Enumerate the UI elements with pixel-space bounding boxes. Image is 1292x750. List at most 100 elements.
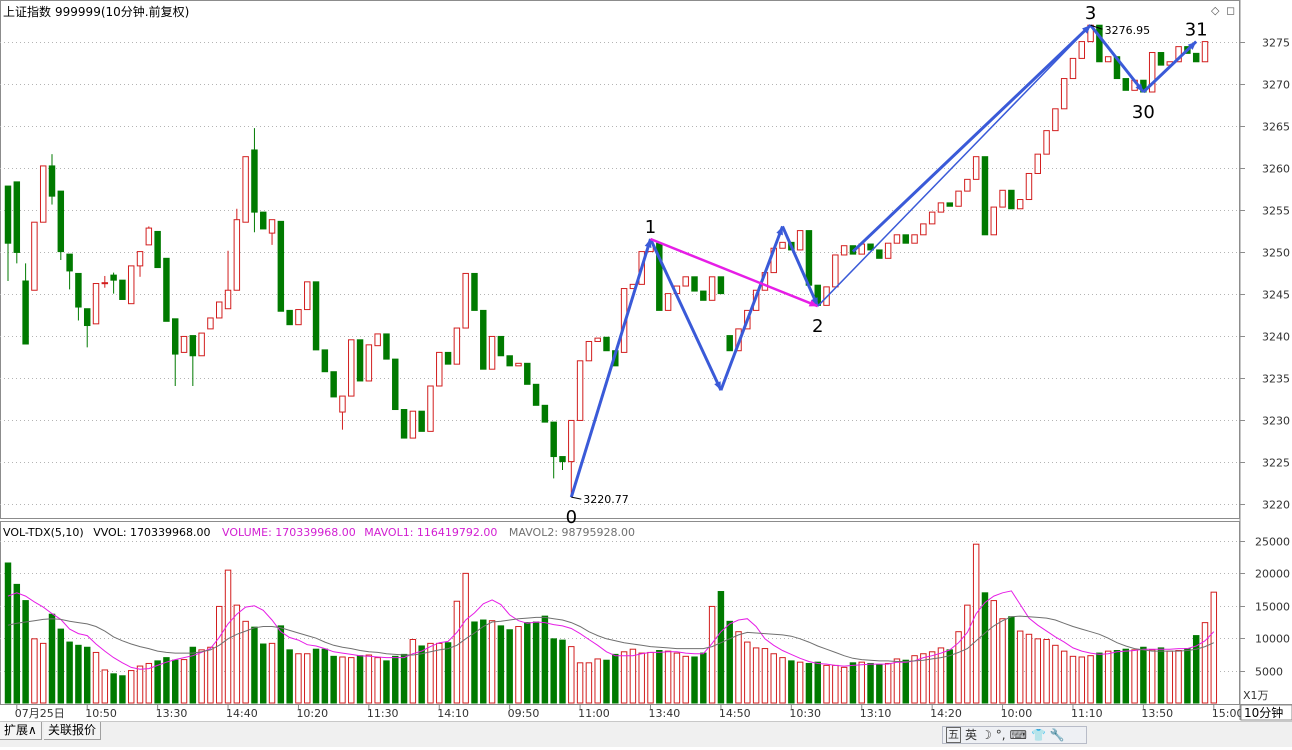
volume-bar: [876, 664, 883, 704]
volume-bar: [1113, 650, 1121, 704]
candle-up: [1025, 172, 1033, 201]
candle-down: [717, 276, 725, 295]
volume-bar: [1052, 644, 1059, 704]
volume-bar: [356, 655, 364, 704]
candle-down: [13, 181, 21, 253]
candle-down: [83, 308, 91, 327]
candle-down: [550, 421, 557, 458]
candle-down: [110, 274, 117, 281]
price-tick-label: 3220: [1262, 499, 1290, 512]
candle-up: [840, 245, 848, 256]
candle-up: [1104, 56, 1112, 63]
wave-line: [719, 225, 784, 391]
volume-bar: [964, 604, 971, 704]
volume-bar: [656, 650, 663, 704]
chart-svg: 0 1 2 3 30 31 3220 3225 3230 3235 3240 3245 3250 325…: [0, 0, 1292, 721]
tab-expand[interactable]: 扩展∧: [0, 722, 42, 740]
candle-down: [1157, 52, 1165, 66]
candle-up: [585, 340, 593, 362]
candle-down: [260, 211, 267, 230]
volume-bar: [163, 657, 170, 704]
candle-up: [127, 265, 135, 305]
volume-bar: [321, 648, 329, 704]
ime-skin-icon[interactable]: 👕: [1031, 728, 1046, 742]
wave-label: 0: [566, 507, 577, 528]
candle-up: [779, 241, 786, 249]
volume-bar: [1184, 648, 1191, 704]
ime-english-icon[interactable]: 英: [965, 728, 977, 742]
volume-bar: [4, 562, 12, 704]
volume-bar: [524, 622, 531, 704]
candle-up: [224, 289, 232, 310]
candle-up: [893, 234, 901, 244]
price-axis: 3220 3225 3230 3235 3240 3245 3250 3255 3260 3265…: [1240, 37, 1290, 512]
candle-up: [911, 234, 918, 244]
volume-axis: 5000 10000 15000 20000 25000: [1240, 536, 1290, 679]
candle-up: [920, 223, 927, 236]
ime-wrench-icon[interactable]: 🔧: [1050, 728, 1065, 742]
candle-down: [383, 333, 390, 360]
volume-bar: [154, 660, 161, 704]
volume-unit-label: X1万: [1243, 689, 1269, 702]
volume-bar: [110, 673, 117, 704]
window-icon[interactable]: ◻: [1226, 4, 1235, 17]
volume-bar: [453, 600, 461, 704]
candle-up: [374, 333, 381, 347]
volume-bar: [691, 656, 698, 704]
volume-bar: [436, 642, 443, 704]
candle-down: [22, 280, 29, 345]
diamond-icon[interactable]: ◇: [1211, 4, 1220, 17]
candle-up: [708, 276, 716, 301]
candle-up: [796, 230, 804, 251]
chart-stage: 0 1 2 3 30 31 3220 3225 3230 3235 3240 3245 3250 325…: [0, 0, 1292, 747]
time-axis: 07月25日 10:50 13:30 14:40 10:20 11:30 14:10 09:5…: [15, 704, 1244, 720]
candle-down: [805, 230, 813, 286]
time-tick-label: 10:50: [85, 707, 117, 720]
time-tick-label: 14:20: [930, 707, 962, 720]
volume-bar: [682, 655, 689, 704]
time-tick-label: 13:50: [1141, 707, 1173, 720]
candle-up: [198, 332, 205, 357]
index-code: 999999: [55, 5, 101, 19]
candle-up: [1078, 41, 1086, 59]
candle-down: [251, 149, 258, 213]
volume-bar: [638, 652, 645, 704]
volume-bar: [22, 600, 29, 704]
volume-bar: [48, 613, 56, 704]
ime-wubi-icon[interactable]: 五: [946, 727, 961, 743]
time-tick-label: 13:10: [860, 707, 892, 720]
tab-related-quotes[interactable]: 关联报价: [44, 722, 102, 740]
volume-bar: [392, 655, 399, 704]
bottom-tab-bar: 扩展∧ 关联报价: [0, 721, 1292, 747]
candle-up: [31, 221, 38, 291]
ime-punct-icon[interactable]: °,: [996, 728, 1006, 742]
wave-label: 3: [1085, 3, 1096, 24]
volume-bar: [849, 662, 857, 704]
ime-moon-icon[interactable]: ☽: [981, 728, 992, 742]
volume-bar: [1043, 638, 1050, 704]
price-tick-label: 3255: [1262, 205, 1290, 218]
ime-keyboard-icon[interactable]: ⌨: [1010, 728, 1027, 742]
candle-down: [277, 220, 285, 312]
candle-down: [1008, 189, 1015, 210]
volume-bar: [902, 659, 909, 704]
volume-bar: [1201, 622, 1209, 704]
volume-bar: [946, 649, 953, 704]
price-tick-label: 3240: [1262, 331, 1290, 344]
volume-bar: [585, 662, 593, 704]
volume-bar: [840, 666, 848, 704]
wave-line: [817, 24, 1092, 307]
volume-bar: [374, 657, 381, 704]
candle-down: [1096, 24, 1103, 63]
volume-bar: [708, 605, 716, 704]
time-tick-label: 13:30: [156, 707, 188, 720]
volume-bar: [233, 604, 241, 704]
time-tick-label: 14:40: [226, 707, 258, 720]
time-tick-label: 07月25日: [15, 707, 65, 720]
volume-bar: [744, 641, 751, 704]
mavol1-label: MAVOL1: 116419792.00: [364, 526, 497, 539]
candle-up: [453, 327, 461, 365]
volume-bar: [268, 642, 276, 704]
candle-down: [418, 410, 425, 432]
candle-up: [427, 385, 434, 432]
